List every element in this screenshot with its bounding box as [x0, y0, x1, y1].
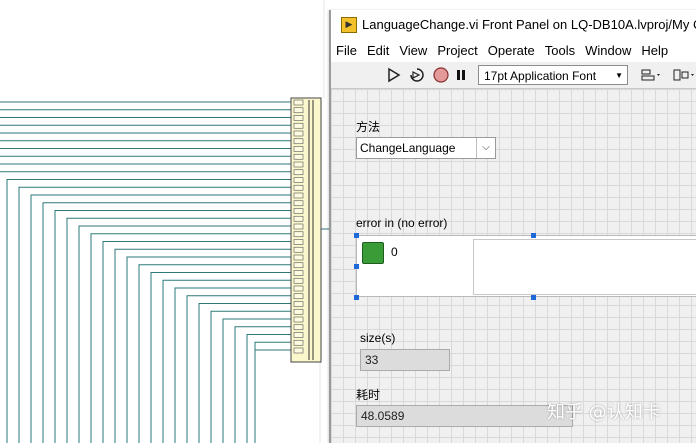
node-terminal[interactable] — [293, 332, 304, 338]
vi-icon: ▶ — [341, 17, 357, 33]
node-terminal[interactable] — [293, 270, 304, 276]
node-terminal[interactable] — [293, 122, 304, 129]
node-terminal[interactable] — [293, 223, 304, 230]
node-terminal[interactable] — [293, 301, 304, 307]
node-terminal[interactable] — [293, 177, 304, 183]
abort-icon[interactable] — [432, 66, 450, 84]
wire[interactable] — [114, 248, 292, 443]
menu-file[interactable]: File — [331, 40, 362, 62]
font-select-value: 17pt Application Font — [484, 69, 597, 83]
node-terminal[interactable] — [293, 192, 304, 199]
node-terminal[interactable] — [293, 169, 304, 176]
node-terminal[interactable] — [293, 239, 304, 245]
node-terminal[interactable] — [293, 246, 304, 253]
selection-handle[interactable] — [354, 295, 359, 300]
menu-help[interactable]: Help — [636, 40, 673, 62]
elapsed-indicator[interactable]: 48.0589 — [356, 405, 573, 427]
wire[interactable] — [222, 318, 292, 443]
node-terminal[interactable] — [293, 231, 304, 238]
font-select[interactable]: 17pt Application Font ▼ — [478, 65, 628, 85]
node-terminal[interactable] — [293, 130, 304, 137]
node-terminal[interactable] — [293, 200, 304, 207]
method-value: ChangeLanguage — [360, 141, 456, 155]
run-continuously-icon[interactable] — [408, 66, 426, 84]
pause-icon[interactable] — [454, 66, 468, 84]
menu-operate[interactable]: Operate — [483, 40, 540, 62]
wire[interactable] — [138, 264, 292, 443]
selection-handle[interactable] — [531, 233, 536, 238]
selection-handle[interactable] — [354, 233, 359, 238]
wire[interactable] — [254, 349, 292, 443]
node-terminal[interactable] — [293, 262, 304, 269]
menu-tools[interactable]: Tools — [540, 40, 580, 62]
menu-project[interactable]: Project — [432, 40, 482, 62]
front-panel: 方法 ChangeLanguage ⌵ error in (no error) … — [331, 89, 696, 443]
chevron-down-icon[interactable]: ⌵ — [476, 138, 495, 158]
node-terminal[interactable] — [293, 254, 304, 261]
wire[interactable] — [198, 303, 292, 443]
wire[interactable] — [254, 341, 292, 443]
chevron-down-icon: ▼ — [615, 71, 623, 80]
error-in-label: error in (no error) — [356, 216, 448, 230]
node-terminal[interactable] — [293, 161, 304, 168]
wire[interactable] — [186, 295, 292, 443]
wire[interactable] — [246, 334, 292, 443]
node-terminal[interactable] — [293, 138, 304, 145]
front-panel-window: ▶ LanguageChange.vi Front Panel on LQ-DB… — [329, 10, 696, 443]
method-ring-control[interactable]: ChangeLanguage ⌵ — [356, 137, 496, 159]
align-icon[interactable] — [639, 66, 663, 84]
node-terminal[interactable] — [293, 184, 304, 191]
wire[interactable] — [150, 272, 292, 443]
node-terminal[interactable] — [293, 339, 304, 346]
node-terminal[interactable] — [293, 107, 304, 114]
error-status-led[interactable] — [362, 242, 384, 264]
error-source[interactable]: ▲ — [473, 239, 696, 295]
node-terminal[interactable] — [293, 146, 304, 152]
window-title: LanguageChange.vi Front Panel on LQ-DB10… — [362, 17, 696, 32]
watermark: 知乎 @认知卡 — [547, 402, 661, 423]
wire[interactable] — [234, 326, 292, 443]
node-terminal[interactable] — [293, 215, 304, 222]
run-arrow-icon[interactable] — [387, 66, 403, 84]
selection-handle[interactable] — [531, 295, 536, 300]
node-terminal[interactable] — [293, 277, 304, 284]
wire[interactable] — [66, 217, 292, 443]
size-label: size(s) — [360, 331, 396, 345]
node-terminal[interactable] — [293, 347, 304, 354]
node-terminal[interactable] — [293, 293, 304, 300]
node-terminal[interactable] — [293, 208, 304, 214]
error-code[interactable]: 0 — [391, 245, 398, 259]
wire[interactable] — [0, 171, 292, 443]
menu-bar: File Edit View Project Operate Tools Window Hel… — [331, 40, 696, 62]
node-terminal[interactable] — [293, 324, 304, 331]
menu-view[interactable]: View — [394, 40, 432, 62]
error-in-cluster[interactable]: 0 ▲ — [356, 235, 696, 297]
build-array-node[interactable] — [290, 97, 322, 363]
node-terminal[interactable] — [293, 153, 304, 160]
distribute-icon[interactable] — [671, 66, 696, 84]
selection-handle[interactable] — [354, 264, 359, 269]
node-terminal[interactable] — [293, 308, 304, 315]
method-label: 方法 — [356, 120, 381, 134]
elapsed-label: 耗时 — [356, 388, 381, 402]
node-terminal[interactable] — [293, 115, 304, 121]
title-bar[interactable]: ▶ LanguageChange.vi Front Panel on LQ-DB… — [331, 10, 696, 40]
menu-window[interactable]: Window — [580, 40, 636, 62]
size-indicator[interactable]: 33 — [360, 349, 450, 371]
menu-edit[interactable]: Edit — [362, 40, 394, 62]
node-terminal[interactable] — [293, 285, 304, 292]
wire[interactable] — [162, 279, 292, 443]
node-terminal[interactable] — [293, 316, 304, 323]
node-terminal[interactable] — [293, 99, 304, 106]
toolbar: 17pt Application Font ▼ — [331, 62, 696, 89]
